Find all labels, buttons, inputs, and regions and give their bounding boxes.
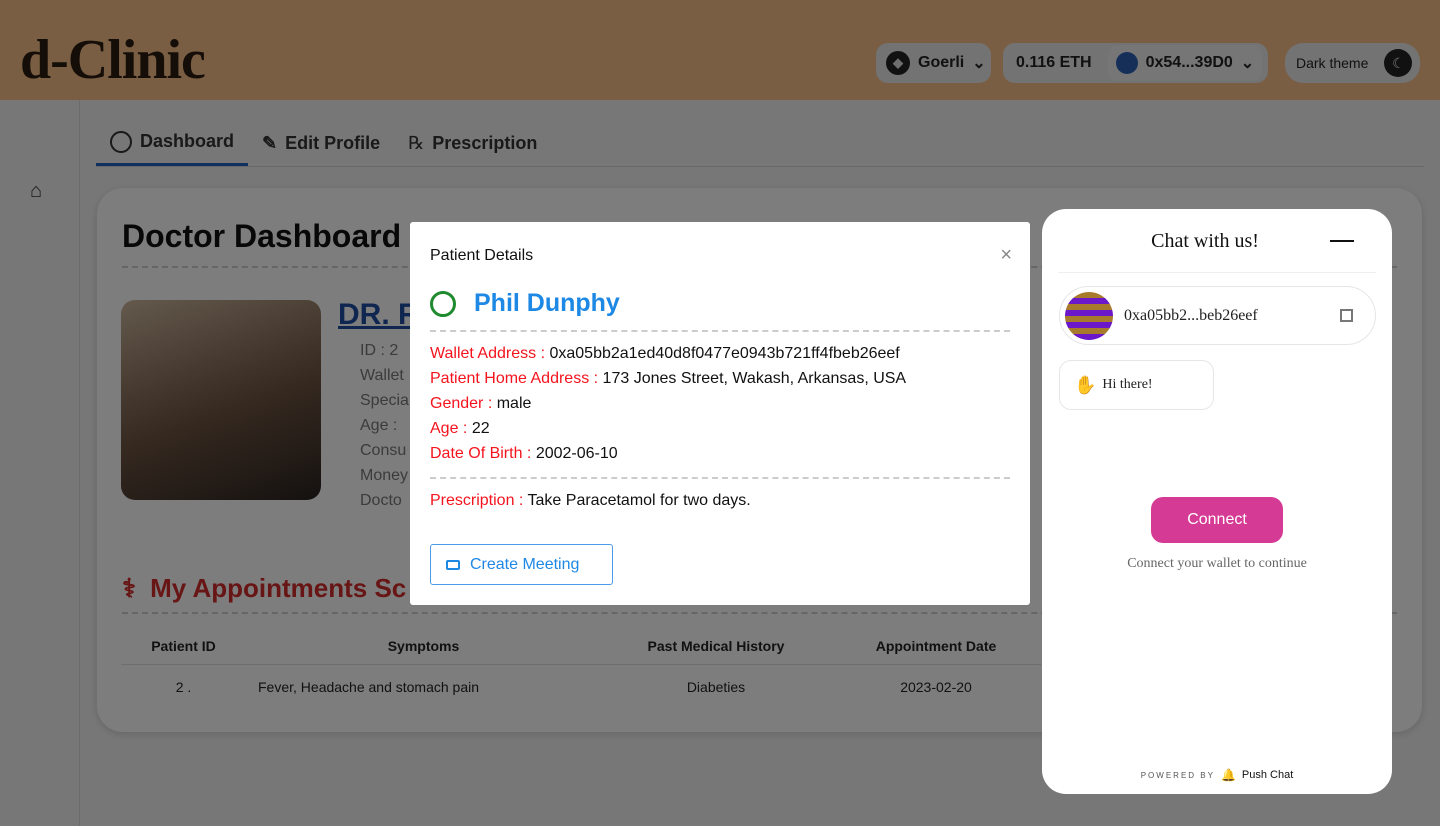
modal-title: Patient Details (430, 247, 534, 264)
field-label: Prescription : (430, 492, 524, 509)
field-value: 22 (471, 420, 490, 437)
field-value: Take Paracetamol for two days. (527, 492, 751, 509)
create-meeting-button[interactable]: Create Meeting (430, 544, 613, 585)
field-label: Wallet Address : (430, 345, 546, 362)
user-circle-icon (430, 290, 456, 317)
divider (1058, 272, 1376, 273)
field-label: Gender : (430, 395, 493, 412)
divider (430, 330, 1010, 332)
connect-button[interactable]: Connect (1151, 497, 1283, 543)
greeting-text: Hi there! (1102, 377, 1153, 392)
copy-icon[interactable] (1340, 309, 1353, 322)
wallet-address-chip: 0xa05bb2...beb26eef (1059, 286, 1376, 345)
wave-hand-icon: ✋ (1074, 374, 1097, 395)
chat-widget: Chat with us! 0xa05bb2...beb26eef ✋ Hi t… (1042, 209, 1392, 794)
patient-details-modal: Patient Details × Phil Dunphy Wallet Add… (410, 222, 1030, 605)
field-value: 0xa05bb2a1ed40d8f0477e0943b721ff4fbeb26e… (549, 345, 900, 362)
field-wallet: Wallet Address : 0xa05bb2a1ed40d8f0477e0… (430, 345, 1020, 365)
close-icon[interactable]: × (1000, 244, 1012, 267)
brand-name: Push Chat (1241, 769, 1294, 781)
patient-header: Phil Dunphy (430, 289, 620, 318)
field-value: 2002-06-10 (535, 445, 618, 462)
field-label: Patient Home Address : (430, 370, 599, 387)
chat-title: Chat with us! (1151, 230, 1259, 252)
field-label: Date Of Birth : (430, 445, 532, 462)
connect-hint: Connect your wallet to continue (1127, 556, 1307, 571)
patient-name: Phil Dunphy (474, 289, 620, 317)
video-camera-icon (446, 559, 460, 570)
greeting-bubble: ✋ Hi there! (1059, 360, 1214, 410)
field-gender: Gender : male (430, 395, 1020, 415)
field-value: 173 Jones Street, Wakash, Arkansas, USA (602, 370, 907, 387)
minimize-icon[interactable] (1330, 240, 1354, 242)
powered-by-label: POWERED BY (1140, 770, 1215, 780)
wallet-avatar (1065, 291, 1113, 340)
powered-by: POWERED BY 🔔 Push Chat (1042, 768, 1392, 782)
field-value: male (496, 395, 532, 412)
patient-fields: Wallet Address : 0xa05bb2a1ed40d8f0477e0… (430, 345, 1020, 470)
field-age: Age : 22 (430, 420, 1020, 440)
push-bell-icon: 🔔 (1220, 768, 1236, 782)
field-home-address: Patient Home Address : 173 Jones Street,… (430, 370, 1020, 390)
button-label: Create Meeting (470, 555, 580, 573)
divider (430, 477, 1010, 479)
field-prescription: Prescription : Take Paracetamol for two … (430, 492, 751, 512)
chat-address: 0xa05bb2...beb26eef (1124, 306, 1258, 324)
field-label: Age : (430, 420, 468, 437)
field-dob: Date Of Birth : 2002-06-10 (430, 445, 1020, 465)
